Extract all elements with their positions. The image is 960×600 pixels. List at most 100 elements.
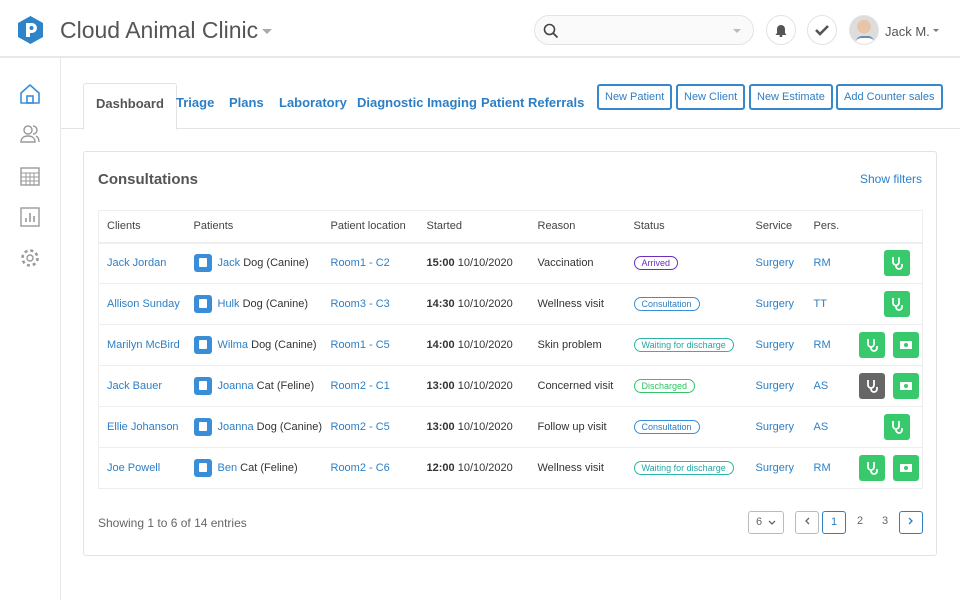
chevron-right-icon bbox=[908, 517, 913, 525]
start-time: 13:00 bbox=[426, 380, 455, 392]
service-link[interactable]: Surgery bbox=[756, 257, 795, 269]
payment-button[interactable] bbox=[892, 373, 919, 399]
page-3-button[interactable]: 3 bbox=[873, 511, 897, 534]
consultation-button[interactable] bbox=[858, 332, 885, 358]
next-page-button[interactable] bbox=[899, 511, 923, 534]
reports-icon[interactable] bbox=[19, 206, 41, 228]
reason: Skin problem bbox=[537, 339, 602, 351]
patient-link[interactable]: Joanna bbox=[218, 380, 254, 392]
gear-icon[interactable] bbox=[19, 247, 41, 269]
patient-record-icon[interactable] bbox=[193, 254, 212, 273]
personnel[interactable]: RM bbox=[814, 339, 831, 351]
col-location: Patient location bbox=[322, 210, 419, 244]
row-actions bbox=[842, 283, 923, 325]
consultation-button[interactable] bbox=[858, 455, 885, 481]
personnel[interactable]: RM bbox=[814, 257, 831, 269]
start-date: 10/10/2020 bbox=[457, 257, 513, 270]
avatar[interactable] bbox=[849, 15, 879, 45]
col-status: Status bbox=[625, 210, 748, 244]
reason: Vaccination bbox=[537, 257, 594, 270]
client-link[interactable]: Joe Powell bbox=[107, 462, 160, 474]
patient-record-icon[interactable] bbox=[193, 295, 212, 313]
personnel[interactable]: RM bbox=[814, 462, 831, 474]
col-reason: Reason bbox=[529, 210, 626, 244]
species: Dog (Canine) bbox=[243, 257, 309, 270]
consultation-button[interactable] bbox=[884, 291, 910, 317]
service-link[interactable]: Surgery bbox=[756, 462, 795, 474]
reason: Wellness visit bbox=[537, 462, 604, 474]
page-1-button[interactable]: 1 bbox=[822, 511, 846, 534]
consultation-button[interactable] bbox=[858, 373, 885, 399]
status-badge: Waiting for discharge bbox=[633, 338, 734, 352]
table-row: Jack Bauer Joanna Cat (Feline) Room2 - C… bbox=[98, 365, 923, 407]
table-row: Joe Powell Ben Cat (Feline) Room2 - C6 1… bbox=[98, 447, 923, 489]
user-name[interactable]: Jack M. bbox=[885, 24, 930, 39]
personnel[interactable]: TT bbox=[814, 298, 827, 310]
client-link[interactable]: Jack Bauer bbox=[107, 380, 162, 392]
patient-link[interactable]: Jack bbox=[218, 257, 241, 269]
client-link[interactable]: Jack Jordan bbox=[107, 257, 166, 269]
clinic-title[interactable]: Cloud Animal Clinic bbox=[60, 17, 258, 44]
reason: Concerned visit bbox=[537, 380, 614, 392]
patient-link[interactable]: Hulk bbox=[218, 298, 240, 310]
row-actions bbox=[842, 447, 923, 489]
payment-button[interactable] bbox=[892, 332, 919, 358]
location-link[interactable]: Room2 - C5 bbox=[331, 421, 390, 433]
row-actions bbox=[842, 365, 923, 407]
species: Cat (Feline) bbox=[240, 461, 298, 474]
new-patient-button[interactable]: New Patient bbox=[597, 84, 673, 110]
chevron-down-icon[interactable] bbox=[933, 29, 939, 32]
consultation-button[interactable] bbox=[884, 250, 910, 277]
tab-diagnostic-imaging[interactable]: Diagnostic Imaging bbox=[345, 83, 489, 129]
new-client-button[interactable]: New Client bbox=[676, 84, 746, 110]
patient-record-icon[interactable] bbox=[193, 377, 212, 395]
sidebar bbox=[0, 58, 61, 600]
location-link[interactable]: Room1 - C5 bbox=[331, 339, 390, 351]
chevron-down-icon[interactable] bbox=[733, 29, 741, 33]
tab-patient-referrals[interactable]: Patient Referrals bbox=[469, 83, 596, 129]
home-icon[interactable] bbox=[19, 83, 41, 105]
service-link[interactable]: Surgery bbox=[756, 339, 795, 351]
col-pers: Pers. bbox=[805, 210, 843, 244]
client-link[interactable]: Ellie Johanson bbox=[107, 421, 179, 433]
calendar-icon[interactable] bbox=[19, 165, 41, 187]
add-counter-sales-button[interactable]: Add Counter sales bbox=[836, 84, 943, 110]
check-icon bbox=[815, 25, 829, 36]
page-2-button[interactable]: 2 bbox=[848, 511, 872, 534]
patient-record-icon[interactable] bbox=[193, 336, 212, 354]
service-link[interactable]: Surgery bbox=[756, 421, 795, 433]
client-link[interactable]: Marilyn McBird bbox=[107, 339, 180, 351]
location-link[interactable]: Room3 - C3 bbox=[331, 298, 390, 310]
col-clients: Clients bbox=[98, 210, 186, 244]
show-filters-link[interactable]: Show filters bbox=[860, 172, 922, 186]
consultation-button[interactable] bbox=[884, 414, 910, 440]
service-link[interactable]: Surgery bbox=[756, 298, 795, 310]
location-link[interactable]: Room1 - C2 bbox=[331, 257, 390, 269]
page-size-select[interactable]: 6 bbox=[748, 511, 784, 534]
location-link[interactable]: Room2 - C6 bbox=[331, 462, 390, 474]
tasks-button[interactable] bbox=[807, 15, 837, 45]
species: Dog (Canine) bbox=[251, 338, 317, 351]
prev-page-button[interactable] bbox=[795, 511, 819, 534]
tab-dashboard[interactable]: Dashboard bbox=[83, 83, 177, 130]
personnel[interactable]: AS bbox=[814, 380, 829, 392]
notifications-button[interactable] bbox=[766, 15, 796, 45]
users-icon[interactable] bbox=[19, 123, 41, 145]
patient-link[interactable]: Joanna bbox=[218, 421, 254, 433]
location-link[interactable]: Room2 - C1 bbox=[331, 380, 390, 392]
client-link[interactable]: Allison Sunday bbox=[107, 298, 180, 310]
patient-link[interactable]: Ben bbox=[218, 462, 238, 474]
chevron-down-icon[interactable] bbox=[262, 29, 272, 34]
patient-record-icon[interactable] bbox=[193, 459, 212, 477]
patient-record-icon[interactable] bbox=[193, 418, 212, 436]
service-link[interactable]: Surgery bbox=[756, 380, 795, 392]
personnel[interactable]: AS bbox=[814, 421, 829, 433]
status-badge: Discharged bbox=[633, 379, 696, 393]
new-estimate-button[interactable]: New Estimate bbox=[749, 84, 833, 110]
entries-info: Showing 1 to 6 of 14 entries bbox=[98, 516, 247, 530]
bell-icon bbox=[775, 24, 787, 37]
search-input[interactable] bbox=[534, 15, 754, 45]
start-date: 10/10/2020 bbox=[457, 380, 513, 392]
patient-link[interactable]: Wilma bbox=[218, 339, 249, 351]
payment-button[interactable] bbox=[892, 455, 919, 481]
